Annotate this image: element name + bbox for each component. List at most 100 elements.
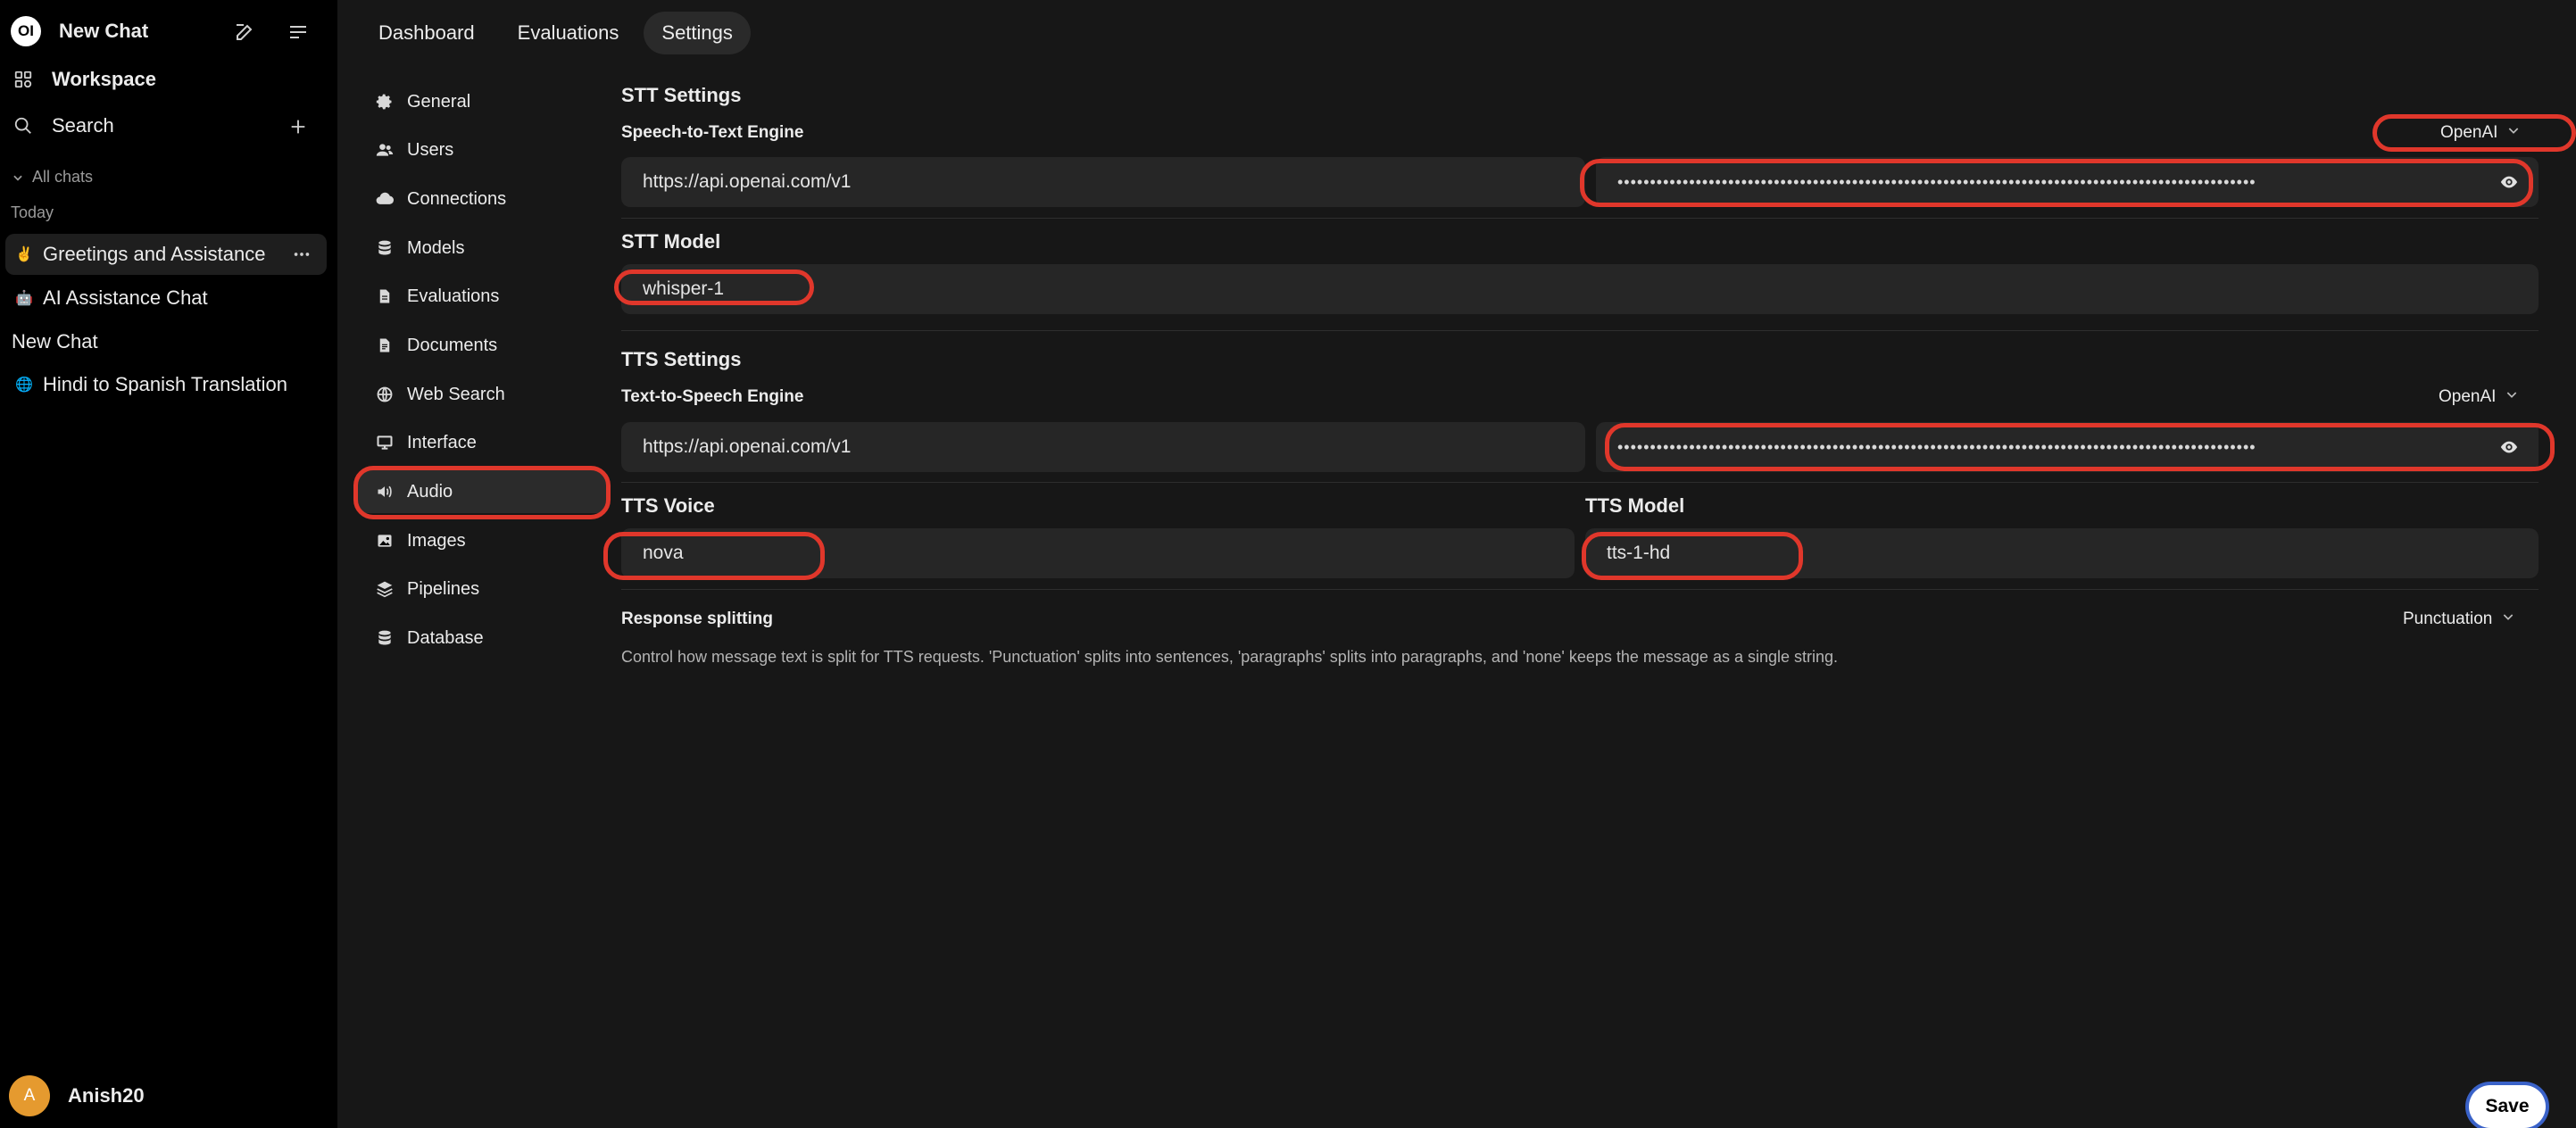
settings-nav-connections[interactable]: Connections xyxy=(355,178,609,220)
chat-title: New Chat xyxy=(12,330,98,352)
chat-title: Hindi to Spanish Translation xyxy=(43,373,287,395)
divider xyxy=(621,482,2539,483)
tab-dashboard[interactable]: Dashboard xyxy=(361,12,493,54)
workspace-link[interactable]: Workspace xyxy=(12,68,156,91)
eye-icon[interactable] xyxy=(2497,435,2521,459)
globe-icon xyxy=(375,385,395,404)
settings-nav-label: Documents xyxy=(407,335,498,355)
settings-nav-label: General xyxy=(407,91,471,112)
response-splitting-label: Response splitting xyxy=(621,610,773,628)
chevron-down-icon xyxy=(2505,387,2519,407)
settings-nav-evaluations[interactable]: Evaluations xyxy=(355,275,609,318)
settings-nav-pipelines[interactable]: Pipelines xyxy=(355,568,609,610)
tts-api-base-url-input[interactable]: https://api.openai.com/v1 xyxy=(621,422,1585,472)
new-chat-label[interactable]: New Chat xyxy=(59,20,148,43)
tts-voice-title: TTS Voice xyxy=(621,494,715,517)
settings-nav-models[interactable]: Models xyxy=(355,227,609,270)
monitor-icon xyxy=(375,433,395,452)
settings-nav-users[interactable]: Users xyxy=(355,129,609,171)
database-icon xyxy=(375,238,395,258)
settings-nav-label: Models xyxy=(407,237,465,258)
tab-settings[interactable]: Settings xyxy=(644,12,751,54)
chat-emoji: ✌️ xyxy=(15,247,33,262)
stt-engine-value: OpenAI xyxy=(2440,123,2498,142)
divider xyxy=(621,218,2539,219)
file-text-icon xyxy=(375,336,395,355)
today-label: Today xyxy=(11,203,54,221)
image-icon xyxy=(375,531,395,551)
tts-api-key-value: ••••••••••••••••••••••••••••••••••••••••… xyxy=(1617,437,2256,456)
settings-nav-label: Connections xyxy=(407,188,507,209)
user-name: Anish20 xyxy=(68,1084,145,1107)
chevron-down-icon xyxy=(11,170,25,185)
admin-tabs: Dashboard Evaluations Settings xyxy=(361,12,751,54)
today-heading: Today xyxy=(11,203,54,222)
chat-item[interactable]: 🤖 AI Assistance Chat xyxy=(5,278,327,319)
settings-nav-database[interactable]: Database xyxy=(355,617,609,659)
stt-engine-select[interactable]: OpenAI xyxy=(2440,123,2521,143)
app-logo: OI xyxy=(11,16,41,46)
tts-model-input[interactable]: tts-1-hd xyxy=(1585,528,2539,578)
sidebar-toggle-icon[interactable] xyxy=(286,20,311,45)
search-label: Search xyxy=(52,114,114,137)
chevron-down-icon xyxy=(2501,610,2515,629)
database-icon xyxy=(375,628,395,648)
gear-icon xyxy=(375,92,395,112)
settings-nav-interface[interactable]: Interface xyxy=(355,421,609,464)
all-chats-label: All chats xyxy=(32,168,94,186)
settings-nav-web-search[interactable]: Web Search xyxy=(355,373,609,416)
settings-nav-label: Images xyxy=(407,530,466,551)
save-button[interactable]: Save xyxy=(2469,1085,2546,1128)
settings-nav-label: Pipelines xyxy=(407,578,480,599)
new-chat-row[interactable]: OI New Chat xyxy=(11,16,148,46)
response-splitting-value: Punctuation xyxy=(2403,610,2493,628)
stt-api-key-value: ••••••••••••••••••••••••••••••••••••••••… xyxy=(1617,172,2256,191)
eye-icon[interactable] xyxy=(2497,170,2521,194)
chat-emoji: 🤖 xyxy=(15,291,33,306)
settings-nav-audio[interactable]: Audio xyxy=(355,470,609,513)
stt-api-key-input[interactable]: ••••••••••••••••••••••••••••••••••••••••… xyxy=(1596,157,2539,207)
chat-item[interactable]: 🌐 Hindi to Spanish Translation xyxy=(5,364,327,405)
settings-nav-label: Web Search xyxy=(407,384,505,404)
tab-evaluations[interactable]: Evaluations xyxy=(500,12,637,54)
stt-model-input[interactable]: whisper-1 xyxy=(621,264,2539,314)
response-splitting-description: Control how message text is split for TT… xyxy=(621,648,1839,666)
more-options-icon[interactable] xyxy=(291,244,312,265)
tts-engine-select[interactable]: OpenAI xyxy=(2439,387,2519,407)
stt-model-title: STT Model xyxy=(621,230,721,253)
cloud-icon xyxy=(375,189,395,209)
tts-voice-input[interactable]: nova xyxy=(621,528,1575,578)
document-icon xyxy=(375,286,395,306)
chevron-down-icon xyxy=(2506,123,2521,143)
chat-title: AI Assistance Chat xyxy=(43,286,208,309)
settings-nav-label: Interface xyxy=(407,432,477,452)
stt-api-base-url-input[interactable]: https://api.openai.com/v1 xyxy=(621,157,1585,207)
settings-nav-label: Users xyxy=(407,139,454,160)
compose-icon[interactable] xyxy=(232,20,257,45)
settings-nav-general[interactable]: General xyxy=(355,80,609,123)
plus-icon[interactable] xyxy=(287,116,309,137)
divider xyxy=(621,330,2539,331)
speaker-icon xyxy=(375,482,395,502)
search-icon xyxy=(12,115,34,137)
settings-nav-documents[interactable]: Documents xyxy=(355,324,609,367)
divider xyxy=(621,589,2539,590)
tts-settings-title: TTS Settings xyxy=(621,348,742,370)
chat-emoji: 🌐 xyxy=(15,377,33,393)
settings-nav-label: Database xyxy=(407,627,484,648)
settings-nav-images[interactable]: Images xyxy=(355,519,609,562)
settings-nav-label: Evaluations xyxy=(407,286,500,306)
settings-nav-label: Audio xyxy=(407,481,453,502)
stt-engine-label: Speech-to-Text Engine xyxy=(621,123,804,142)
tts-api-key-input[interactable]: ••••••••••••••••••••••••••••••••••••••••… xyxy=(1596,422,2539,472)
user-menu[interactable]: A Anish20 xyxy=(9,1075,145,1116)
chat-item[interactable]: New Chat xyxy=(5,321,327,362)
chat-title: Greetings and Assistance xyxy=(43,243,266,265)
response-splitting-select[interactable]: Punctuation xyxy=(2403,610,2515,629)
chat-item[interactable]: ✌️ Greetings and Assistance xyxy=(5,234,327,275)
tts-model-title: TTS Model xyxy=(1585,494,1685,517)
users-icon xyxy=(375,140,395,160)
all-chats-toggle[interactable]: All chats xyxy=(11,168,93,187)
layers-icon xyxy=(375,579,395,599)
search-row[interactable]: Search xyxy=(12,114,114,137)
